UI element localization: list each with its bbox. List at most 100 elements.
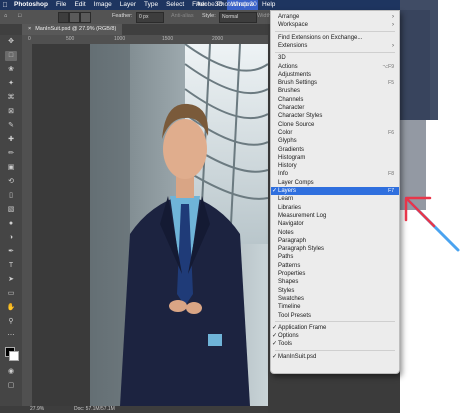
path-select-icon[interactable]: ➤ [5, 275, 17, 285]
home-icon[interactable]: ⌂ [4, 13, 7, 19]
frame-tool-icon[interactable]: ⊠ [5, 107, 17, 117]
menu-item-shapes[interactable]: Shapes [271, 278, 399, 286]
menu-item-label: Shapes [278, 279, 299, 286]
background-color-swatch[interactable] [9, 351, 19, 361]
new-selection-button[interactable] [58, 12, 69, 23]
menu-item-navigator[interactable]: Navigator [271, 220, 399, 228]
menu-item-label: Actions [278, 63, 298, 70]
dodge-tool-icon[interactable]: ◑ [5, 233, 17, 243]
document-tab-bar: × ManInSuit.psd @ 27.9% (RGB/8) [0, 24, 268, 35]
menu-image[interactable]: Image [90, 0, 116, 10]
quick-select-tool-icon[interactable]: ✦ [5, 79, 17, 89]
menu-item-styles[interactable]: Styles [271, 287, 399, 295]
menu-item-label: Timeline [278, 304, 301, 311]
menu-item-options[interactable]: ✓ Options [271, 332, 399, 340]
move-tool-icon[interactable]: ✥ [5, 37, 17, 47]
zoom-tool-icon[interactable]: ⚲ [5, 317, 17, 327]
menu-item-channels[interactable]: Channels [271, 96, 399, 104]
history-brush-icon[interactable]: ⟲ [5, 177, 17, 187]
healing-brush-icon[interactable]: ✚ [5, 135, 17, 145]
quick-mask-icon[interactable]: ◉ [5, 367, 17, 377]
menu-item-notes[interactable]: Notes [271, 229, 399, 237]
menu-item-shortcut: F6 [388, 129, 394, 136]
menu-item-paths[interactable]: Paths [271, 253, 399, 261]
marquee-tool-icon[interactable]: □ [18, 13, 21, 19]
style-select[interactable]: Normal [219, 12, 257, 23]
menu-item-properties[interactable]: Properties [271, 270, 399, 278]
brush-tool-icon[interactable]: ✏ [5, 149, 17, 159]
menu-item-character-styles[interactable]: Character Styles [271, 112, 399, 120]
menu-item-clone-source[interactable]: Clone Source [271, 121, 399, 129]
type-tool-icon[interactable]: T [5, 261, 17, 271]
left-ruler [22, 44, 32, 406]
menu-item-layers[interactable]: ✓ Layers F7 [271, 187, 399, 196]
menu-type[interactable]: Type [140, 0, 162, 10]
zoom-level[interactable]: 27.9% [30, 406, 44, 413]
menu-item-color[interactable]: Color F6 [271, 129, 399, 137]
anti-alias-checkbox[interactable]: Anti-alias [171, 13, 194, 19]
menu-item-adjustments[interactable]: Adjustments [271, 71, 399, 79]
menu-item-brush-settings[interactable]: Brush Settings F5 [271, 79, 399, 87]
menu-edit[interactable]: Edit [70, 0, 89, 10]
menu-item-libraries[interactable]: Libraries [271, 204, 399, 212]
clone-stamp-icon[interactable]: ▣ [5, 163, 17, 173]
menu-item-timeline[interactable]: Timeline [271, 303, 399, 311]
menu-file[interactable]: File [52, 0, 70, 10]
menu-item-character[interactable]: Character [271, 104, 399, 112]
menu-item-label: Properties [278, 271, 306, 277]
menu-item-info[interactable]: Info F8 [271, 170, 399, 178]
menu-item-paragraph-styles[interactable]: Paragraph Styles [271, 245, 399, 253]
subtract-selection-button[interactable] [80, 12, 91, 23]
menu-item-tools[interactable]: ✓ Tools [271, 340, 399, 348]
blur-tool-icon[interactable]: ● [5, 219, 17, 229]
feather-input[interactable]: 0 px [136, 12, 164, 23]
menu-item-find-extensions-on-exchange[interactable]: Find Extensions on Exchange... [271, 34, 399, 42]
menu-item-arrange[interactable]: Arrange › [271, 13, 399, 21]
close-icon[interactable]: × [28, 26, 31, 32]
menu-layer[interactable]: Layer [116, 0, 140, 10]
screen-mode-icon[interactable]: ▢ [5, 381, 17, 391]
menu-item-history[interactable]: History [271, 162, 399, 170]
more-tools-icon[interactable]: ⋯ [5, 331, 17, 341]
menu-item-application-frame[interactable]: ✓ Application Frame [271, 324, 399, 332]
menu-select[interactable]: Select [162, 0, 188, 10]
apple-icon[interactable]:  [0, 2, 10, 9]
menu-item-label: Paragraph Styles [278, 246, 325, 253]
pen-tool-icon[interactable]: ✒ [5, 247, 17, 257]
document-tab[interactable]: × ManInSuit.psd @ 27.9% (RGB/8) [22, 24, 123, 35]
checkmark-icon: ✓ [272, 324, 278, 331]
menu-item-extensions[interactable]: Extensions › [271, 42, 399, 50]
marquee-tool-icon[interactable]: □ [5, 51, 17, 61]
gradient-tool-icon[interactable]: ▧ [5, 205, 17, 215]
menu-item-label: Paths [278, 254, 294, 261]
window-menu-dropdown: Arrange › Workspace › Find Extensions on Exc… [270, 10, 400, 374]
menu-item-tool-presets[interactable]: Tool Presets [271, 312, 399, 320]
hand-tool-icon[interactable]: ✋ [5, 303, 17, 313]
menu-item-actions[interactable]: Actions ⌥F9 [271, 63, 399, 71]
menu-item-histogram[interactable]: Histogram [271, 154, 399, 162]
menu-item-gradients[interactable]: Gradients [271, 146, 399, 154]
lasso-tool-icon[interactable]: ❀ [5, 65, 17, 75]
menu-item-brushes[interactable]: Brushes [271, 87, 399, 95]
menu-item-learn[interactable]: Learn [271, 195, 399, 203]
crop-tool-icon[interactable]: ⌘ [5, 93, 17, 103]
menu-item-maninsuit-psd[interactable]: ✓ ManInSuit.psd [271, 353, 399, 361]
menu-item-label: Workspace [278, 22, 308, 29]
document-image[interactable] [90, 44, 268, 406]
menu-item-layer-comps[interactable]: Layer Comps [271, 179, 399, 187]
rectangle-tool-icon[interactable]: ▭ [5, 289, 17, 299]
add-selection-button[interactable] [69, 12, 80, 23]
menu-item-measurement-log[interactable]: Measurement Log [271, 212, 399, 220]
menu-item-paragraph[interactable]: Paragraph [271, 237, 399, 245]
menu-help[interactable]: Help [258, 0, 279, 10]
eyedropper-tool-icon[interactable]: ✎ [5, 121, 17, 131]
menu-item-patterns[interactable]: Patterns [271, 262, 399, 270]
menu-item-glyphs[interactable]: Glyphs [271, 137, 399, 145]
menu-item-workspace[interactable]: Workspace › [271, 21, 399, 29]
eraser-tool-icon[interactable]: ▯ [5, 191, 17, 201]
menu-app-name[interactable]: Photoshop [10, 0, 52, 10]
checkmark-icon: ✓ [272, 341, 278, 348]
menu-item-3d[interactable]: 3D [271, 54, 399, 62]
menu-item-label: Measurement Log [278, 212, 327, 219]
menu-item-swatches[interactable]: Swatches [271, 295, 399, 303]
